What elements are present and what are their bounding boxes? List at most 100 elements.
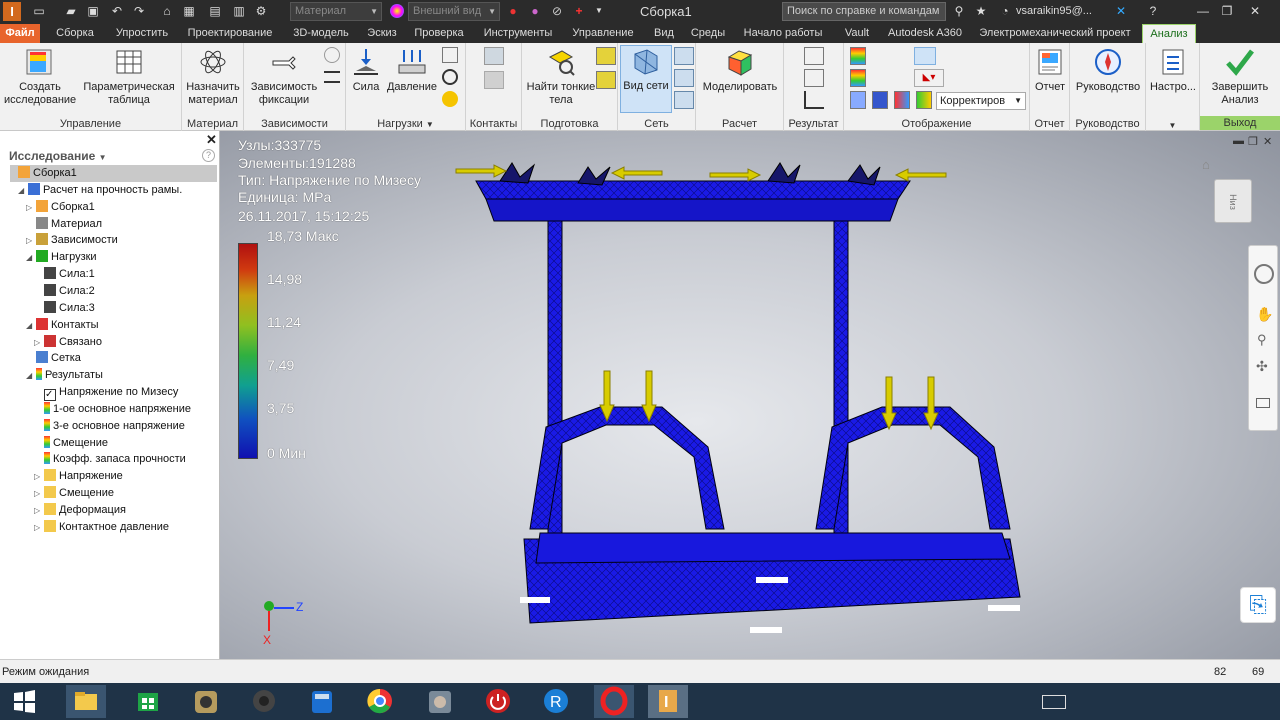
clock-area[interactable] (1190, 687, 1270, 717)
tree-expand-icon[interactable]: ▷ (34, 468, 40, 485)
app-calculator-icon[interactable] (302, 685, 342, 718)
color-wheel-icon[interactable] (390, 4, 404, 18)
pan-icon[interactable]: ✋ (1256, 306, 1273, 323)
save-icon[interactable]: ▣ (86, 4, 100, 18)
app-camera-icon[interactable] (186, 685, 226, 718)
viewcube[interactable]: Низ (1214, 179, 1252, 223)
file-explorer-icon[interactable] (66, 685, 106, 718)
user-name[interactable]: vsaraikin95@... (1016, 5, 1092, 17)
dropdown-icon[interactable]: ▼ (592, 4, 606, 18)
help-icon[interactable]: ? (202, 149, 215, 162)
same-scale-icon[interactable] (850, 47, 866, 65)
tab-6[interactable]: Проверка (410, 24, 468, 43)
display-combo[interactable]: Корректиров ▼ (936, 92, 1026, 110)
mesh-settings-icon[interactable] (674, 47, 694, 65)
tree-collapse-icon[interactable]: ◢ (18, 182, 24, 199)
tree-expand-icon[interactable]: ▷ (34, 485, 40, 502)
tree-item[interactable]: ▷ Зависимости (26, 232, 118, 249)
settings-button[interactable]: Настро... (1148, 47, 1198, 94)
help-search-input[interactable]: Поиск по справке и командам (782, 2, 946, 21)
material-combo[interactable]: Материал ▼ (290, 2, 382, 21)
tree-item[interactable]: ◢ Результаты (26, 367, 103, 384)
appearance-combo[interactable]: Внешний вид ▼ (408, 2, 500, 21)
exchange-icon[interactable]: ✕ (1114, 4, 1128, 18)
midsurface-icon[interactable] (596, 47, 616, 65)
minimize-icon[interactable]: — (1196, 4, 1210, 18)
star-icon[interactable]: ★ (974, 4, 988, 18)
home-icon[interactable]: ⌂ (160, 4, 174, 18)
probe-icon[interactable] (804, 69, 824, 87)
tab-15[interactable]: Анализ (1142, 24, 1196, 43)
help-icon[interactable]: ? (1146, 4, 1160, 18)
redo-icon[interactable]: ↷ (132, 4, 146, 18)
add-icon[interactable]: + (572, 4, 586, 18)
look-at-icon[interactable] (1256, 398, 1270, 408)
tree-item[interactable]: ◢ Контакты (26, 317, 99, 334)
tree-item[interactable]: 1-ое основное напряжение (44, 401, 191, 418)
inventor-taskbar-icon[interactable]: I (648, 685, 688, 718)
tree-item[interactable]: ◢ Расчет на прочность рамы. (18, 182, 182, 199)
body-load-icon[interactable] (442, 91, 458, 107)
tree-collapse-icon[interactable]: ◢ (26, 249, 32, 266)
boundary-conditions-icon[interactable] (914, 47, 936, 65)
tree-item[interactable]: ▷ Контактное давление (34, 519, 169, 536)
tab-9[interactable]: Вид (650, 24, 678, 43)
tab-5[interactable]: Эскиз (362, 24, 402, 43)
pin-constraint-icon[interactable] (324, 47, 340, 63)
tab-2[interactable]: Упростить (108, 24, 176, 43)
tree-item[interactable]: Сетка (36, 350, 81, 367)
find-thin-bodies-button[interactable]: Найти тонкие тела (524, 47, 598, 107)
display-mode-4-icon[interactable] (916, 91, 932, 109)
zoom-icon[interactable]: ⚲ (1257, 332, 1267, 348)
tab-7[interactable]: Инструменты (480, 24, 556, 43)
tab-10[interactable]: Среды (688, 24, 728, 43)
pressure-button[interactable]: Давление (386, 47, 438, 94)
orbit-icon[interactable]: ✣ (1256, 358, 1268, 375)
tab-13[interactable]: Autodesk A360 (884, 24, 966, 43)
frictionless-constraint-icon[interactable] (324, 71, 340, 83)
restore-icon[interactable]: ❐ (1220, 4, 1234, 18)
tree-expand-icon[interactable]: ▷ (34, 334, 40, 351)
chevron-down-icon[interactable]: ▼ (426, 120, 434, 129)
local-mesh-icon[interactable] (674, 69, 694, 87)
create-study-button[interactable]: Создать исследование (4, 47, 76, 107)
color-bar-icon[interactable] (850, 69, 866, 87)
settings-dropdown[interactable]: ▼ (1146, 121, 1199, 130)
tree-item[interactable]: Смещение (44, 435, 108, 452)
graphics-viewport[interactable]: Узлы:333775 Элементы:191288 Тип: Напряже… (220, 131, 1280, 659)
moment-icon[interactable] (442, 69, 458, 85)
manual-contacts-icon[interactable] (484, 71, 504, 89)
display-mode-1-icon[interactable] (850, 91, 866, 109)
tree-expand-icon[interactable]: ▷ (26, 199, 32, 216)
app-speaker-icon[interactable] (244, 685, 284, 718)
app-r-icon[interactable]: R (536, 685, 576, 718)
share-icon[interactable]: ⎘ (1240, 587, 1276, 623)
chrome-icon[interactable] (360, 685, 400, 718)
tree-expand-icon[interactable]: ▷ (34, 519, 40, 536)
guide-button[interactable]: Руководство (1072, 47, 1144, 94)
tab-3[interactable]: Проектирование (182, 24, 278, 43)
display-mode-2-icon[interactable] (872, 91, 888, 109)
undo-icon[interactable]: ↶ (110, 4, 124, 18)
tree-item[interactable]: 3-е основное напряжение (44, 418, 185, 435)
select-icon[interactable]: ▦ (182, 4, 196, 18)
settings-small-icon[interactable]: ⚙ (254, 4, 268, 18)
update-icon[interactable]: ▥ (232, 4, 246, 18)
tab-0[interactable]: Файл (0, 24, 40, 43)
tree-item[interactable]: Коэфф. запаса прочности (44, 451, 186, 468)
tab-8[interactable]: Управление (570, 24, 636, 43)
viewport-close-icon[interactable]: ✕ (1263, 135, 1272, 148)
viewport-minimize-icon[interactable]: ▬ (1233, 135, 1244, 147)
steering-wheel-icon[interactable] (1254, 264, 1274, 284)
tree-expand-icon[interactable]: ▷ (26, 232, 32, 249)
browser-header[interactable]: Исследование ▼ (9, 149, 107, 163)
tree-item[interactable]: ▷ Напряжение (34, 468, 123, 485)
finish-analysis-button[interactable]: Завершить Анализ (1202, 47, 1278, 107)
mesh-view-button[interactable]: Вид сети (620, 45, 672, 113)
animate-icon[interactable] (804, 47, 824, 65)
display-mode-3-icon[interactable] (894, 91, 910, 109)
tree-item[interactable]: Сила:3 (44, 300, 95, 317)
tree-collapse-icon[interactable]: ◢ (26, 317, 32, 334)
tree-collapse-icon[interactable]: ◢ (26, 367, 32, 384)
fixed-constraint-button[interactable]: Зависимость фиксации (246, 47, 322, 107)
